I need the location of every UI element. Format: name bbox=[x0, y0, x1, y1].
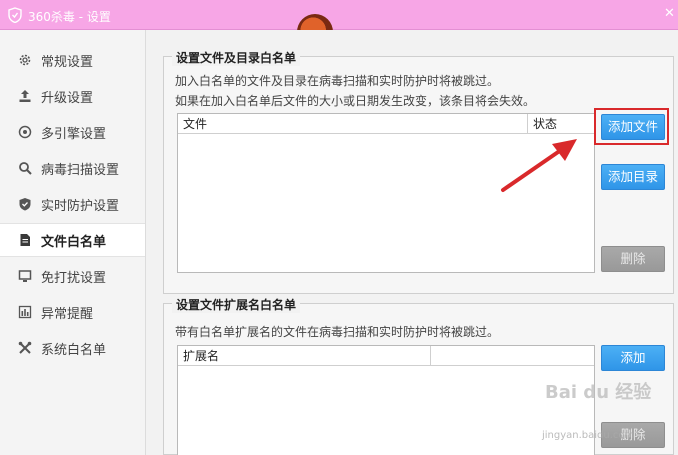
delete-button[interactable]: 删除 bbox=[601, 246, 665, 272]
shield-logo-icon bbox=[8, 7, 22, 24]
sidebar-item-label: 系统白名单 bbox=[41, 342, 107, 358]
upload-icon bbox=[17, 88, 33, 104]
file-whitelist-title: 设置文件及目录白名单 bbox=[172, 49, 301, 66]
extension-whitelist-title: 设置文件扩展名白名单 bbox=[172, 296, 301, 313]
sidebar-item-no-disturb[interactable]: 免打扰设置 bbox=[0, 259, 145, 293]
sidebar-item-label: 病毒扫描设置 bbox=[41, 162, 120, 178]
sidebar-item-file-whitelist[interactable]: 文件白名单 bbox=[0, 223, 145, 257]
add-file-button[interactable]: 添加文件 bbox=[601, 114, 665, 140]
engine-icon bbox=[17, 124, 33, 140]
gear-icon bbox=[17, 52, 33, 68]
sidebar-item-upgrade[interactable]: 升级设置 bbox=[0, 79, 145, 113]
tools-icon bbox=[17, 340, 33, 356]
sidebar-item-label: 免打扰设置 bbox=[41, 270, 107, 286]
window-title: 360杀毒 - 设置 bbox=[28, 10, 111, 24]
sidebar-item-label: 升级设置 bbox=[41, 90, 94, 106]
sidebar-item-label: 实时防护设置 bbox=[41, 198, 120, 214]
watermark: Bai du 经验 bbox=[545, 382, 652, 403]
column-header-file[interactable]: 文件 bbox=[178, 114, 528, 134]
sidebar-item-label: 多引擎设置 bbox=[41, 126, 107, 142]
file-whitelist-desc-2: 如果在加入白名单后文件的大小或日期发生改变，该条目将会失效。 bbox=[175, 94, 536, 108]
sidebar-item-realtime[interactable]: 实时防护设置 bbox=[0, 187, 145, 221]
sidebar-item-system-whitelist[interactable]: 系统白名单 bbox=[0, 331, 145, 365]
sidebar-item-label: 常规设置 bbox=[41, 54, 94, 70]
add-directory-button[interactable]: 添加目录 bbox=[601, 164, 665, 190]
column-header-extension[interactable]: 扩展名 bbox=[178, 346, 431, 366]
extension-list[interactable]: 扩展名 bbox=[177, 345, 595, 455]
sidebar-item-multi-engine[interactable]: 多引擎设置 bbox=[0, 115, 145, 149]
annotation-arrow-icon bbox=[501, 139, 577, 192]
sidebar-item-general[interactable]: 常规设置 bbox=[0, 43, 145, 77]
sidebar-item-label: 异常提醒 bbox=[41, 306, 94, 322]
sidebar: 常规设置 升级设置 多引擎设置 病毒扫描设置 实时防护设置 文件白名单 免打扰设… bbox=[0, 30, 146, 455]
shield-icon bbox=[17, 196, 33, 212]
bar-chart-icon bbox=[17, 304, 33, 320]
sidebar-item-virus-scan[interactable]: 病毒扫描设置 bbox=[0, 151, 145, 185]
document-icon bbox=[17, 232, 33, 248]
sidebar-item-label: 文件白名单 bbox=[41, 234, 107, 250]
watermark-url: jingyan.baidu.com bbox=[542, 430, 635, 441]
sidebar-item-alert[interactable]: 异常提醒 bbox=[0, 295, 145, 329]
file-whitelist-desc-1: 加入白名单的文件及目录在病毒扫描和实时防护时将被跳过。 bbox=[175, 74, 500, 88]
file-whitelist-group: 设置文件及目录白名单 加入白名单的文件及目录在病毒扫描和实时防护时将被跳过。 如… bbox=[163, 49, 674, 294]
search-icon bbox=[17, 160, 33, 176]
title-bar: 360杀毒 - 设置 ✕ bbox=[0, 0, 678, 50]
add-extension-button[interactable]: 添加 bbox=[601, 345, 665, 371]
column-header-blank bbox=[431, 346, 594, 366]
close-icon[interactable]: ✕ bbox=[664, 7, 676, 21]
monitor-icon bbox=[17, 268, 33, 284]
extension-whitelist-desc: 带有白名单扩展名的文件在病毒扫描和实时防护时将被跳过。 bbox=[175, 325, 500, 339]
